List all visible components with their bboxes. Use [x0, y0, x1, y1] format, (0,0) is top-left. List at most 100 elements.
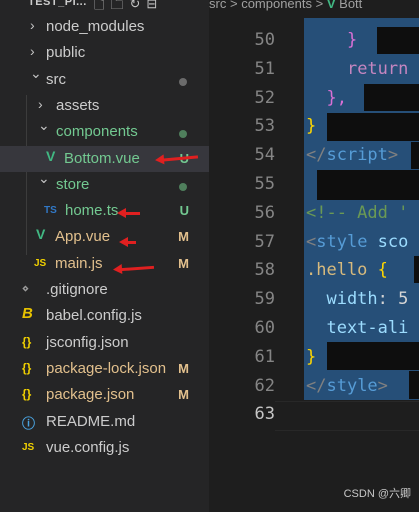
code-line[interactable]: width: 5 — [306, 289, 408, 309]
project-title[interactable]: TEST_PI... — [28, 0, 87, 8]
js-file-icon: JS — [34, 257, 47, 269]
line-number: 51 — [254, 58, 275, 79]
git-status-badge: M — [178, 387, 189, 403]
modified-dot-icon — [179, 182, 187, 191]
tree-item-label: README.md — [46, 412, 136, 430]
annotation-arrow — [117, 208, 140, 218]
file-babel-config-js[interactable]: Bbabel.config.js — [0, 303, 209, 329]
chevron-right-icon[interactable]: › — [30, 43, 42, 59]
redaction-box — [364, 84, 419, 111]
redaction-box — [409, 371, 419, 399]
redaction-box — [317, 170, 419, 200]
vue-file-icon: V — [326, 0, 336, 11]
chevron-down-icon[interactable]: ⌄ — [38, 117, 50, 134]
json-file-icon: {} — [22, 334, 32, 349]
code-token: </ — [306, 145, 327, 166]
line-number: 55 — [254, 174, 275, 194]
code-line[interactable]: <!-- Add ' — [306, 203, 408, 223]
line-number: 63 — [254, 404, 275, 425]
folder-node-modules[interactable]: › node_modules — [0, 14, 209, 40]
ts-file-icon: TS — [44, 205, 57, 217]
breadcrumb-src[interactable]: src — [209, 0, 226, 11]
vue-file-icon: V — [46, 147, 56, 164]
code-line[interactable]: } — [306, 30, 357, 50]
folder-src[interactable]: ⌄ src — [0, 65, 209, 93]
tree-item-label: src — [46, 70, 66, 88]
line-number: 61 — [254, 346, 275, 367]
line-number: 60 — [254, 318, 275, 338]
code-line[interactable]: text-ali — [306, 318, 408, 338]
line-number: 59 — [254, 289, 275, 310]
redaction-box — [327, 113, 419, 141]
file-package-json[interactable]: {} package.json M — [0, 382, 209, 408]
code-token: } — [346, 30, 358, 50]
line-number: 52 — [254, 87, 275, 108]
chevron-right-icon[interactable]: › — [30, 17, 42, 33]
gitignore-icon: ⋄ — [22, 283, 29, 295]
chevron-down-icon[interactable]: ⌄ — [38, 170, 50, 187]
code-line[interactable]: </script> — [306, 145, 398, 165]
json-file-icon: {} — [22, 360, 32, 375]
chevron-down-icon[interactable]: ⌄ — [30, 65, 42, 82]
code-token: : 5 — [377, 289, 409, 310]
code-line[interactable]: } — [306, 347, 316, 367]
code-editor[interactable]: src > components > V Bott 50 51 52 53 54 55 56… — [209, 0, 419, 512]
file-package-lock-json[interactable]: {} package-lock.json M — [0, 356, 209, 382]
file-gitignore[interactable]: ⋄ .gitignore — [0, 277, 209, 303]
code-line[interactable]: } — [306, 116, 316, 136]
line-number: 57 — [254, 231, 275, 252]
explorer-panel: TEST_PI... 🗋 🗀 ↻ ⊟ › node_modules › public ⌄… — [0, 0, 209, 512]
tree-item-label: home.ts — [65, 202, 119, 220]
redaction-box — [327, 342, 419, 370]
tree-item-label: App.vue — [55, 228, 111, 246]
modified-dot-icon — [179, 130, 187, 139]
breadcrumb-components[interactable]: components — [241, 0, 312, 11]
git-status-badge: M — [178, 255, 189, 271]
annotation-arrow — [119, 237, 136, 247]
file-vue-config-js[interactable]: JS vue.config.js — [0, 435, 209, 461]
watermark: CSDN @六卿 — [343, 488, 411, 500]
chevron-right-icon[interactable]: › — [38, 96, 50, 112]
folder-public[interactable]: › public — [0, 40, 209, 66]
line-number: 62 — [254, 375, 275, 396]
code-token: > — [387, 145, 399, 166]
vue-file-icon: V — [36, 226, 46, 243]
line-number: 50 — [254, 30, 275, 50]
breadcrumb: src > components > V Bott — [209, 0, 362, 12]
code-token: { — [367, 260, 388, 281]
code-line[interactable]: .hello { — [306, 260, 388, 280]
breadcrumb-file[interactable]: Bott — [339, 0, 362, 11]
code-line[interactable]: </style> — [306, 376, 388, 396]
folder-store[interactable]: ⌄ store — [0, 170, 209, 198]
git-status-badge: M — [178, 229, 189, 245]
code-line[interactable]: <style sco — [306, 232, 408, 252]
code-line[interactable]: return — [306, 59, 408, 79]
code-token: script — [326, 145, 388, 166]
file-main-js[interactable]: JS main.js M — [0, 251, 209, 277]
modified-dot-icon — [179, 77, 187, 86]
file-jsconfig-json[interactable]: {} jsconfig.json — [0, 330, 209, 356]
file-readme-md[interactable]: ⓘ README.md — [0, 409, 209, 435]
code-token: </ — [306, 375, 327, 396]
code-token: sco — [367, 231, 409, 252]
tree-item-label: public — [46, 44, 86, 62]
line-number: 56 — [254, 202, 275, 223]
line-number: 54 — [254, 145, 275, 166]
file-app-vue[interactable]: V App.vue M — [0, 224, 209, 250]
code-token: style — [326, 375, 378, 396]
file-home-ts[interactable]: TS home.ts U — [0, 198, 209, 224]
tree-item-label: jsconfig.json — [46, 333, 129, 351]
folder-assets[interactable]: › assets — [0, 93, 209, 119]
folder-components[interactable]: ⌄ components — [0, 117, 209, 145]
babel-icon: B — [22, 305, 33, 323]
redaction-box — [414, 256, 419, 283]
info-icon: ⓘ — [22, 415, 36, 431]
tree-item-label: package-lock.json — [46, 359, 167, 377]
tree-item-label: store — [56, 175, 90, 193]
line-number: 53 — [254, 116, 275, 137]
tree-item-label: assets — [56, 96, 100, 114]
code-token: <!-- Add ' — [306, 202, 409, 223]
code-token: } — [306, 116, 317, 137]
code-line[interactable]: }, — [306, 88, 346, 108]
code-token: < — [306, 231, 317, 252]
